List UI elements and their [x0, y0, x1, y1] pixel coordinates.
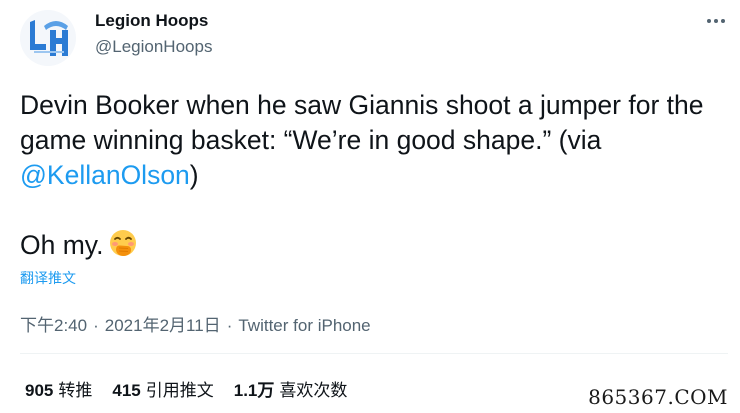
- translate-tweet-link[interactable]: 翻译推文: [20, 268, 76, 288]
- meta-separator-2: ·: [226, 316, 233, 335]
- engagement-stats: 905 转推 415 引用推文 1.1万 喜欢次数: [25, 376, 347, 401]
- tweet-time[interactable]: 下午2:40: [20, 316, 87, 335]
- tweet-date[interactable]: 2021年2月11日: [105, 316, 221, 335]
- mention-link[interactable]: @KellanOlson: [20, 160, 190, 190]
- tweet-text: Devin Booker when he saw Giannis shoot a…: [20, 88, 725, 263]
- quotes-label: 引用推文: [145, 381, 214, 400]
- likes-stat[interactable]: 1.1万 喜欢次数: [234, 376, 348, 401]
- watermark: 865367.COM: [588, 385, 728, 409]
- tweet-text-close: ): [189, 160, 199, 190]
- tweet-metadata: 下午2:40 · 2021年2月11日 · Twitter for iPhone: [20, 311, 371, 336]
- tweet-text-main: Devin Booker when he saw Giannis shoot a…: [20, 90, 704, 155]
- quotes-stat[interactable]: 415 引用推文: [112, 376, 213, 401]
- legion-hoops-logo-icon: [20, 10, 76, 66]
- retweets-stat[interactable]: 905 转推: [25, 376, 92, 401]
- author-handle[interactable]: @LegionHoops: [95, 37, 212, 57]
- face-with-hand-over-mouth-icon: [107, 228, 139, 260]
- more-horizontal-icon: [707, 19, 725, 23]
- tweet-paragraph-1: Devin Booker when he saw Giannis shoot a…: [20, 88, 725, 193]
- tweet-paragraph-2: Oh my.: [20, 228, 725, 263]
- divider: [20, 353, 728, 354]
- likes-count: 1.1万: [233, 381, 275, 400]
- tweet-card: Legion Hoops @LegionHoops Devin Booker w…: [0, 0, 740, 413]
- quotes-count: 415: [112, 381, 141, 400]
- retweets-label: 转推: [58, 381, 93, 400]
- avatar[interactable]: [20, 10, 76, 66]
- tweet-source[interactable]: Twitter for iPhone: [238, 316, 370, 335]
- more-options-button[interactable]: [703, 8, 729, 34]
- likes-label: 喜欢次数: [279, 381, 348, 400]
- retweets-count: 905: [25, 381, 54, 400]
- author-name[interactable]: Legion Hoops: [95, 11, 208, 31]
- tweet-text-oh-my: Oh my.: [20, 230, 104, 260]
- meta-separator: ·: [93, 316, 99, 335]
